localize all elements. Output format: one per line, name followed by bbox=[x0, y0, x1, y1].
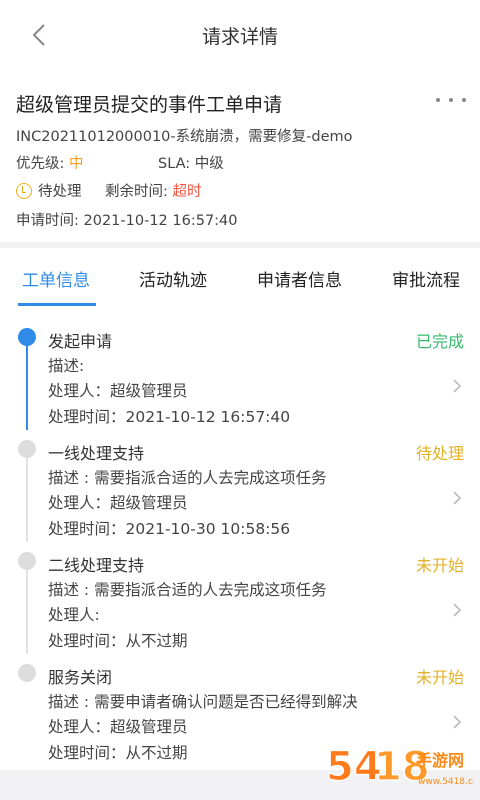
step-description: 描述 : 需要指派合适的人去完成这项任务 bbox=[48, 581, 327, 599]
active-tab-indicator bbox=[18, 303, 96, 306]
step-description: 描述 : 需要申请者确认问题是否已经得到解决 bbox=[48, 693, 358, 711]
page-title: 请求详情 bbox=[201, 26, 278, 48]
sla-row: SLA: 中级 bbox=[158, 152, 224, 173]
timeline-step[interactable]: 一线处理支持 待处理 描述 : 需要指派合适的人去完成这项任务 处理人：超级管理… bbox=[0, 428, 480, 542]
remaining-row: 剩余时间: 超时 bbox=[105, 180, 202, 201]
chevron-right-icon bbox=[453, 379, 462, 393]
request-title: 超级管理员提交的事件工单申请 bbox=[16, 94, 283, 116]
step-connector bbox=[26, 570, 28, 654]
tab-approval-flow[interactable]: 审批流程 bbox=[392, 266, 460, 291]
tab-ticket-info[interactable]: 工单信息 bbox=[22, 266, 90, 291]
priority-value: 中 bbox=[69, 156, 84, 172]
step-title: 一线处理支持 bbox=[48, 444, 145, 463]
step-dot bbox=[18, 328, 36, 346]
pending-status-icon bbox=[16, 183, 32, 199]
status-badge: 待处理 bbox=[38, 184, 82, 200]
step-title: 二线处理支持 bbox=[48, 556, 145, 575]
request-header: 超级管理员提交的事件工单申请 INC20211012000010-系统崩溃，需要… bbox=[0, 70, 480, 242]
chevron-right-icon bbox=[453, 715, 462, 729]
step-dot bbox=[18, 664, 36, 682]
priority-row: 优先级: 中 bbox=[16, 152, 84, 173]
step-time: 处理时间：2021-10-30 10:58:56 bbox=[48, 520, 291, 538]
step-handler: 处理人: bbox=[48, 606, 100, 624]
step-dot bbox=[18, 552, 36, 570]
apply-time-label: 申请时间: bbox=[16, 213, 79, 229]
step-status: 未开始 bbox=[415, 668, 464, 687]
apply-time-row: 申请时间: 2021-10-12 16:57:40 bbox=[16, 209, 238, 230]
priority-label: 优先级: bbox=[16, 156, 65, 172]
step-title: 服务关闭 bbox=[48, 668, 113, 687]
step-status: 待处理 bbox=[415, 444, 464, 463]
site-watermark-logo: 54 18 手游网 www.5418.cn bbox=[324, 734, 474, 794]
svg-text:手游网: 手游网 bbox=[416, 751, 464, 770]
chevron-right-icon bbox=[453, 491, 462, 505]
watermark-logo: 54 18 手游网 www.5418.cn bbox=[325, 743, 474, 790]
tab-applicant-info[interactable]: 申请者信息 bbox=[257, 266, 342, 291]
step-description: 描述 : 需要指派合适的人去完成这项任务 bbox=[48, 469, 327, 487]
step-description: 描述: bbox=[48, 357, 85, 375]
step-handler: 处理人：超级管理员 bbox=[48, 718, 188, 736]
sla-label: SLA: bbox=[158, 156, 191, 172]
tab-bar: 工单信息 活动轨迹 申请者信息 审批流程 bbox=[0, 248, 480, 308]
svg-text:www.5418.cn: www.5418.cn bbox=[418, 777, 474, 787]
step-handler: 处理人：超级管理员 bbox=[48, 382, 188, 400]
step-time: 处理时间：2021-10-12 16:57:40 bbox=[48, 408, 291, 426]
status-row: 待处理 bbox=[16, 180, 82, 201]
approval-timeline: 发起申请 已完成 描述: 处理人：超级管理员 处理时间：2021-10-12 1… bbox=[0, 308, 480, 770]
sla-value: 中级 bbox=[194, 156, 224, 172]
tab-activity[interactable]: 活动轨迹 bbox=[139, 266, 207, 291]
step-connector bbox=[26, 346, 28, 430]
timeline-step[interactable]: 发起申请 已完成 描述: 处理人：超级管理员 处理时间：2021-10-12 1… bbox=[0, 316, 480, 430]
step-handler: 处理人：超级管理员 bbox=[48, 494, 188, 512]
step-connector bbox=[26, 458, 28, 542]
step-status: 未开始 bbox=[415, 556, 464, 575]
step-dot bbox=[18, 440, 36, 458]
timeline-step[interactable]: 二线处理支持 未开始 描述 : 需要指派合适的人去完成这项任务 处理人: 处理时… bbox=[0, 540, 480, 654]
ticket-id: INC20211012000010-系统崩溃，需要修复-demo bbox=[16, 129, 353, 145]
remaining-label: 剩余时间: bbox=[105, 184, 168, 200]
apply-time-value: 2021-10-12 16:57:40 bbox=[83, 213, 238, 229]
nav-bar: 请求详情 bbox=[0, 0, 480, 70]
step-status: 已完成 bbox=[415, 332, 464, 351]
more-icon[interactable] bbox=[436, 90, 466, 110]
chevron-right-icon bbox=[453, 603, 462, 617]
step-time: 处理时间：从不过期 bbox=[48, 632, 188, 650]
remaining-value: 超时 bbox=[172, 184, 202, 200]
step-title: 发起申请 bbox=[48, 332, 113, 351]
step-time: 处理时间：从不过期 bbox=[48, 744, 188, 762]
